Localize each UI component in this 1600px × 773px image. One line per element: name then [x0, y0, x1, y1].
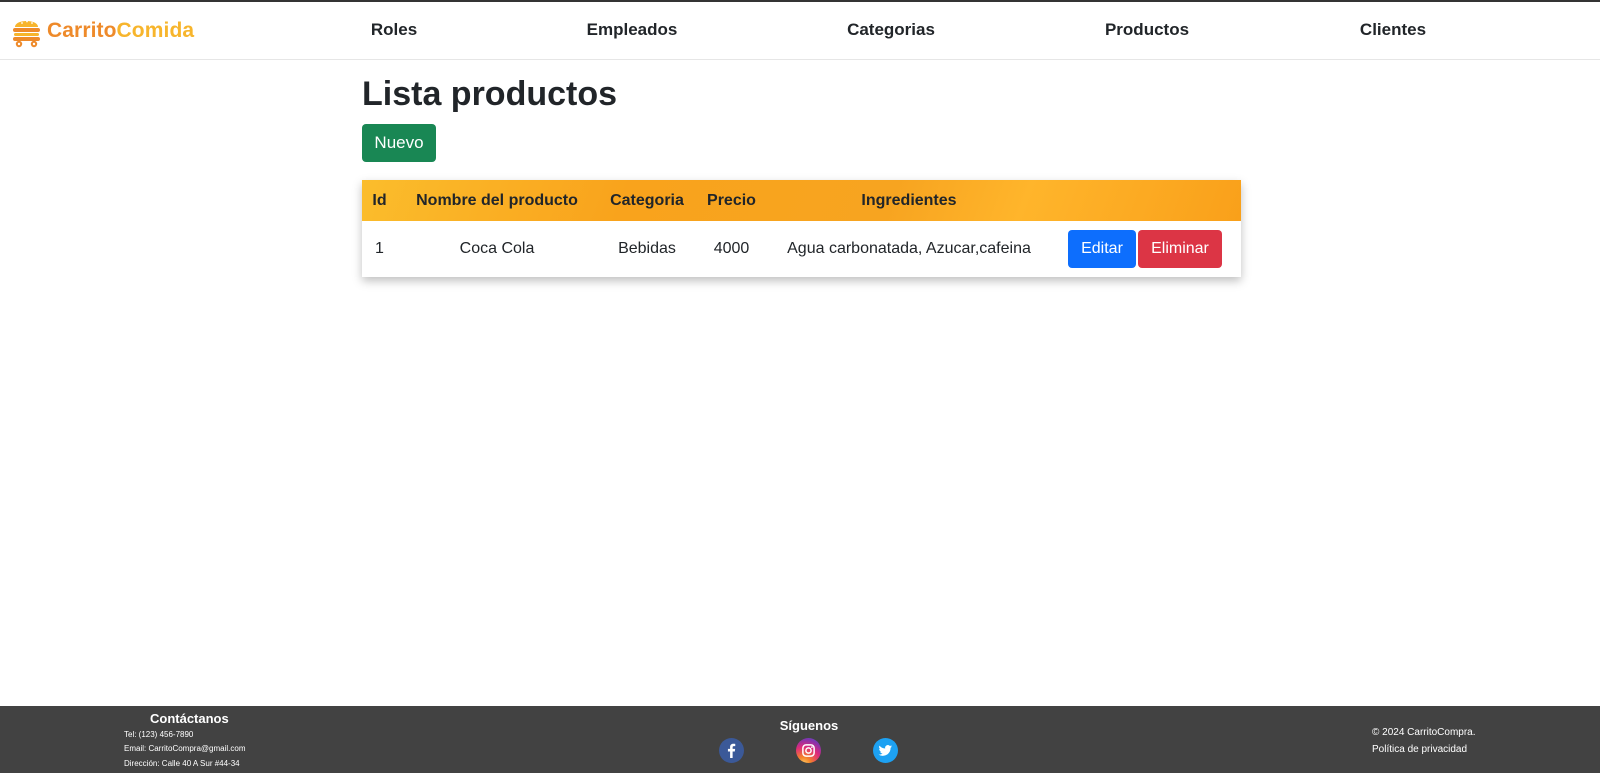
facebook-icon[interactable] [719, 738, 744, 763]
twitter-icon[interactable] [873, 738, 898, 763]
cell-ingredients: Agua carbonatada, Azucar,cafeina [787, 240, 1031, 257]
cell-id: 1 [375, 240, 384, 257]
cell-actions: Editar Eliminar [1052, 221, 1241, 277]
top-navbar: CarritoComida Roles Empleados Categorias… [0, 0, 1600, 60]
page-title: Lista productos [362, 75, 618, 113]
nav-link-productos[interactable]: Productos [1105, 20, 1189, 40]
column-header-category: Categoria [610, 191, 684, 209]
table-header-row: Id Nombre del producto Categoria Precio … [362, 180, 1241, 221]
food-cart-icon [13, 20, 40, 47]
contact-title: Contáctanos [150, 711, 229, 726]
edit-button[interactable]: Editar [1068, 230, 1136, 268]
table-row: 1 Coca Cola Bebidas 4000 Agua carbonatad… [362, 221, 1241, 277]
brand-name-part2: Comida [116, 19, 195, 42]
nav-link-empleados[interactable]: Empleados [587, 20, 678, 40]
products-table: Id Nombre del producto Categoria Precio … [362, 180, 1241, 277]
nav-link-categorias[interactable]: Categorias [847, 20, 935, 40]
nav-link-roles[interactable]: Roles [371, 20, 417, 40]
column-header-id: Id [372, 191, 387, 209]
cell-category: Bebidas [618, 240, 676, 257]
brand-name-part1: Carrito [47, 19, 117, 42]
column-header-ingredients: Ingredientes [861, 191, 957, 209]
contact-address: Dirección: Calle 40 A Sur #44-34 [124, 759, 240, 768]
instagram-icon[interactable] [796, 738, 821, 763]
column-header-name: Nombre del producto [416, 191, 578, 209]
brand-name: CarritoComida [47, 19, 194, 43]
column-header-actions [1052, 180, 1241, 221]
social-title: Síguenos [779, 718, 839, 733]
products-table-container: Id Nombre del producto Categoria Precio … [362, 180, 1241, 277]
brand-logo-link[interactable]: CarritoComida [11, 13, 194, 49]
contact-phone: Tel: (123) 456-7890 [124, 730, 194, 739]
new-product-button[interactable]: Nuevo [362, 124, 436, 162]
footer: Contáctanos Tel: (123) 456-7890 Email: C… [0, 706, 1600, 773]
cell-name: Coca Cola [459, 240, 535, 257]
cell-price: 4000 [713, 240, 750, 257]
contact-email: Email: CarritoCompra@gmail.com [124, 744, 246, 753]
delete-button[interactable]: Eliminar [1138, 230, 1222, 268]
nav-link-clientes[interactable]: Clientes [1360, 20, 1426, 40]
copyright-text: © 2024 CarritoCompra. [1372, 727, 1476, 738]
column-header-price: Precio [707, 191, 756, 209]
privacy-policy-link[interactable]: Política de privacidad [1372, 744, 1467, 755]
